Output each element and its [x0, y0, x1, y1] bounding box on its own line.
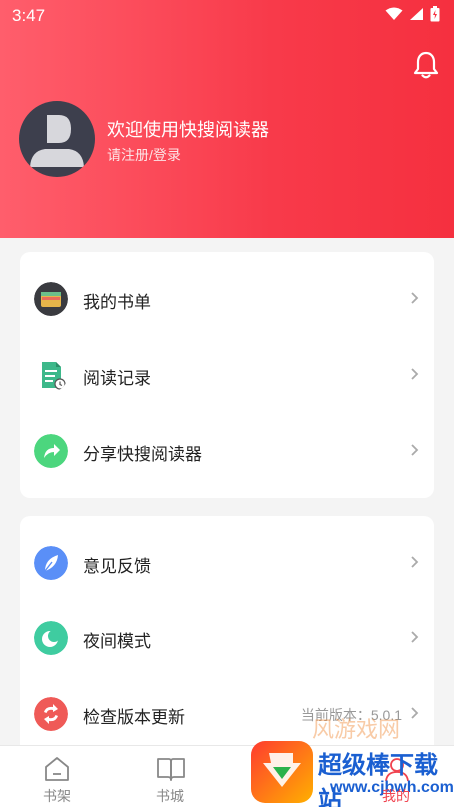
watermark-faint-text: 风游戏网 [312, 717, 401, 742]
menu-card-primary: 我的书单 阅读记录 分享快搜阅读器 [20, 252, 434, 498]
document-icon [42, 362, 66, 390]
book-icon [157, 758, 185, 781]
menu-label: 意见反馈 [83, 557, 151, 576]
menu-item-share-app[interactable]: 分享快搜阅读器 [20, 421, 434, 481]
watermark-logo-icon [251, 741, 313, 803]
chevron-right-icon [411, 292, 419, 304]
status-time: 3:47 [12, 6, 46, 25]
feather-icon [34, 546, 68, 580]
share-icon [34, 434, 68, 468]
wallet-icon [34, 282, 68, 316]
chevron-right-icon [411, 556, 419, 568]
tab-bookshelf[interactable]: 书架 [0, 746, 114, 807]
menu-item-feedback[interactable]: 意见反馈 [20, 533, 434, 593]
login-link[interactable]: 请注册/登录 [107, 145, 181, 165]
menu-item-reading-history[interactable]: 阅读记录 [20, 345, 434, 405]
menu-label: 我的书单 [83, 293, 151, 312]
chevron-right-icon [411, 631, 419, 643]
menu-label: 夜间模式 [83, 632, 151, 651]
welcome-text: 欢迎使用快搜阅读器 [107, 120, 269, 140]
menu-label: 检查版本更新 [83, 708, 185, 727]
menu-label: 分享快搜阅读器 [83, 445, 202, 464]
notification-bell-icon[interactable] [412, 50, 440, 80]
house-icon [45, 757, 69, 781]
refresh-icon [34, 697, 68, 731]
default-avatar-icon [30, 115, 84, 167]
status-icons [385, 6, 440, 22]
menu-item-night-mode[interactable]: 夜间模式 [20, 608, 434, 668]
moon-icon [34, 621, 68, 655]
avatar[interactable] [19, 101, 95, 177]
menu-label: 阅读记录 [83, 369, 151, 388]
tab-mine-label[interactable]: 我的 [382, 786, 410, 806]
tab-label: 书架 [43, 788, 71, 804]
tab-label: 书城 [156, 788, 184, 804]
signal-icon [410, 8, 423, 20]
chevron-right-icon [411, 707, 419, 719]
battery-icon [430, 6, 440, 22]
chevron-right-icon [411, 444, 419, 456]
tab-bookstore[interactable]: 书城 [113, 746, 227, 807]
chevron-right-icon [411, 368, 419, 380]
menu-item-my-booklist[interactable]: 我的书单 [20, 269, 434, 329]
wifi-icon [385, 7, 403, 20]
status-bar: 3:47 [0, 0, 454, 32]
